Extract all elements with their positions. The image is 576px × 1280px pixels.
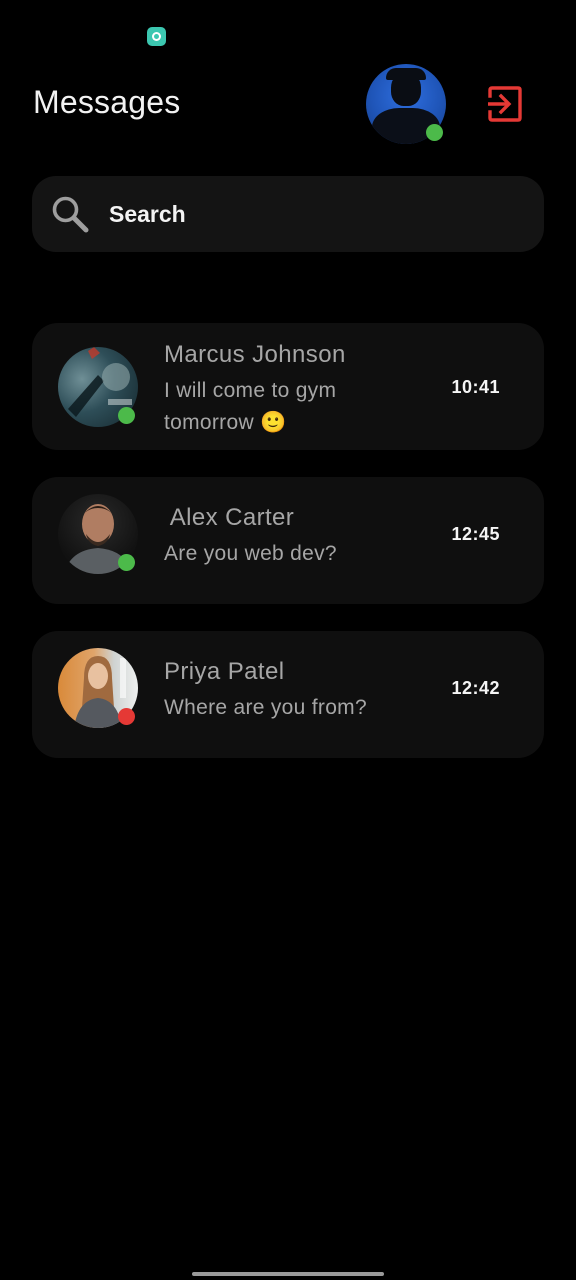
search-bar[interactable] [32,176,544,252]
message-time: 12:45 [451,524,500,544]
notification-status-icon [147,27,166,46]
online-status-dot [118,554,135,571]
logout-button[interactable] [484,84,526,124]
profile-online-indicator [426,124,443,141]
last-message: I will come to gym tomorrow 🙂 [164,379,337,434]
contact-name: Marcus Johnson [164,341,346,368]
contact-name: Alex Carter [164,504,295,531]
search-icon [50,194,90,234]
logout-icon [488,86,522,122]
last-message: Are you web dev? [164,542,337,565]
page-title: Messages [33,84,181,120]
chat-item-alex-carter[interactable]: Alex Carter Are you web dev? 12:45 [32,477,544,604]
last-message: Where are you from? [164,696,367,719]
contact-name: Priya Patel [164,658,285,685]
message-time: 12:42 [451,678,500,698]
online-status-dot [118,407,135,424]
chat-item-priya-patel[interactable]: Priya Patel Where are you from? 12:42 [32,631,544,758]
message-time: 10:41 [451,377,500,397]
home-indicator[interactable] [192,1272,384,1276]
chat-item-marcus-johnson[interactable]: Marcus Johnson I will come to gym tomorr… [32,323,544,450]
search-input[interactable] [107,199,491,229]
offline-status-dot [118,708,135,725]
